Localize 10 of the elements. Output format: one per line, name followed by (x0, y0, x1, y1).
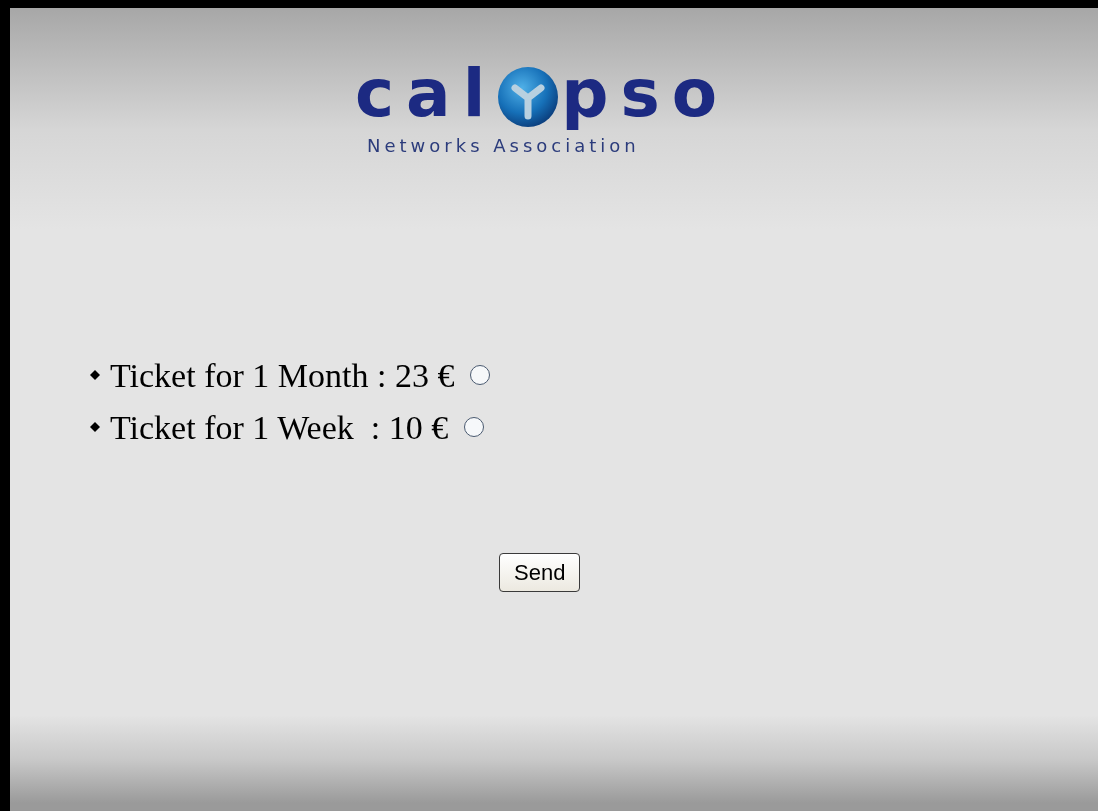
send-button[interactable]: Send (499, 553, 581, 592)
radio-button[interactable] (464, 417, 485, 437)
option-label: Ticket for 1 Week : 10 € (110, 407, 449, 448)
logo-text: cal (355, 61, 498, 127)
bullet-icon (90, 370, 100, 380)
radio-button[interactable] (470, 365, 491, 385)
logo-subtitle: Networks Association (367, 134, 640, 158)
bullet-icon (90, 422, 100, 432)
globe-icon (497, 66, 560, 128)
option-label: Ticket for 1 Month : 23 € (110, 355, 455, 396)
